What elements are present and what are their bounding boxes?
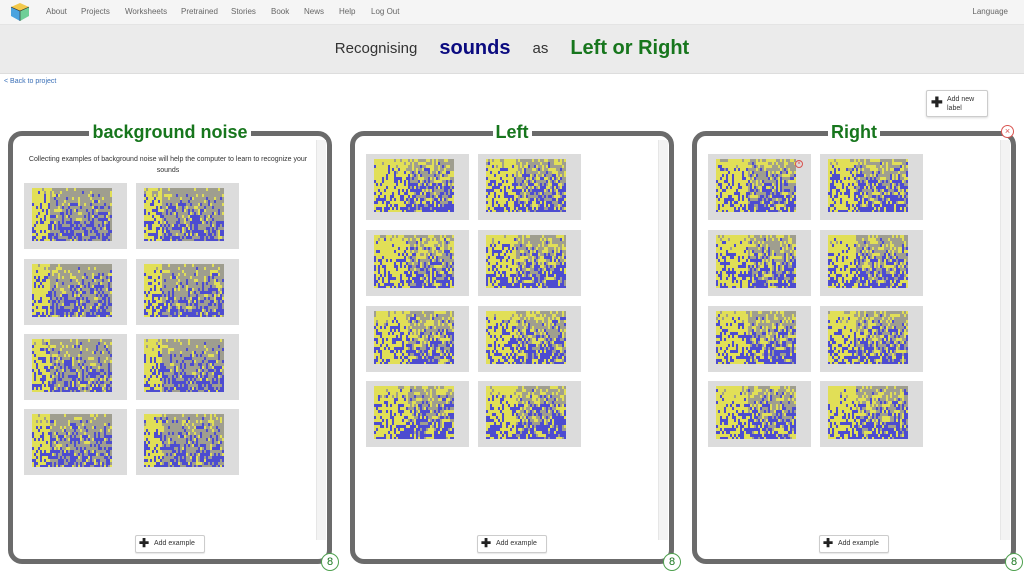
bucket-left: Left ✚ Add example 8 — [350, 131, 674, 564]
spectrogram-image — [32, 188, 112, 241]
plus-icon: ✚ — [481, 536, 491, 550]
spectrogram-thumbnail[interactable] — [820, 306, 923, 372]
spectrogram-thumbnail[interactable] — [478, 154, 581, 220]
spectrogram-image — [486, 235, 566, 288]
spectrogram-thumbnail[interactable] — [820, 381, 923, 447]
delete-example-close-icon[interactable]: × — [795, 160, 803, 168]
spectrogram-thumbnail[interactable] — [136, 259, 239, 325]
back-to-project-link[interactable]: < Back to project — [4, 78, 56, 85]
spectrogram-image — [374, 386, 454, 439]
nav-worksheets[interactable]: Worksheets — [125, 7, 167, 16]
bucket-right: Right × × ✚ Add example 8 — [692, 131, 1016, 564]
title-as: as — [532, 40, 548, 57]
plus-icon: ✚ — [139, 536, 149, 550]
add-example-label: Add example — [154, 540, 195, 547]
spectrogram-image — [32, 414, 112, 467]
scrollbar[interactable] — [1000, 140, 1010, 540]
spectrogram-image — [716, 311, 796, 364]
spectrogram-image — [486, 386, 566, 439]
spectrogram-image — [716, 235, 796, 288]
bucket-title: Left — [493, 122, 532, 142]
title-type: sounds — [439, 37, 510, 59]
spectrogram-thumbnail[interactable] — [820, 154, 923, 220]
add-example-button[interactable]: ✚ Add example — [819, 535, 889, 553]
plus-icon: ✚ — [931, 94, 943, 110]
nav-about[interactable]: About — [46, 7, 67, 16]
spectrogram-image — [374, 159, 454, 212]
plus-icon: ✚ — [823, 536, 833, 550]
spectrogram-thumbnail[interactable] — [24, 409, 127, 475]
nav-news[interactable]: News — [304, 7, 324, 16]
spectrogram-thumbnail[interactable] — [24, 259, 127, 325]
add-example-button[interactable]: ✚ Add example — [135, 535, 205, 553]
add-new-label-button[interactable]: ✚ Add newlabel — [926, 90, 988, 117]
title-recognising: Recognising — [335, 40, 418, 57]
add-example-button[interactable]: ✚ Add example — [477, 535, 547, 553]
spectrogram-image — [716, 159, 796, 212]
spectrogram-image — [374, 235, 454, 288]
spectrogram-thumbnail[interactable] — [478, 381, 581, 447]
nav-book[interactable]: Book — [271, 7, 289, 16]
spectrogram-image — [144, 264, 224, 317]
spectrogram-thumbnail[interactable] — [820, 230, 923, 296]
spectrogram-image — [486, 311, 566, 364]
nav-stories[interactable]: Stories — [231, 7, 256, 16]
bucket-background-noise: background noise Collecting examples of … — [8, 131, 332, 564]
spectrogram-image — [144, 414, 224, 467]
spectrogram-thumbnail[interactable] — [366, 154, 469, 220]
nav-language[interactable]: Language — [972, 7, 1008, 16]
spectrogram-thumbnail[interactable] — [708, 306, 811, 372]
spectrogram-image — [828, 311, 908, 364]
spectrogram-thumbnail[interactable] — [478, 230, 581, 296]
spectrogram-thumbnail[interactable] — [24, 183, 127, 249]
example-count-badge: 8 — [321, 553, 339, 571]
spectrogram-image — [828, 159, 908, 212]
add-example-label: Add example — [496, 540, 537, 547]
nav-projects[interactable]: Projects — [81, 7, 110, 16]
spectrogram-thumbnail[interactable] — [366, 230, 469, 296]
example-count-badge: 8 — [663, 553, 681, 571]
spectrogram-thumbnail[interactable]: × — [708, 154, 811, 220]
spectrogram-image — [828, 386, 908, 439]
bucket-title: background noise — [89, 122, 250, 142]
spectrogram-image — [828, 235, 908, 288]
spectrogram-thumbnail[interactable] — [366, 381, 469, 447]
page-title: Recognising sounds as Left or Right — [0, 37, 1024, 60]
add-example-label: Add example — [838, 540, 879, 547]
heading-band: Recognising sounds as Left or Right — [0, 25, 1024, 74]
spectrogram-image — [144, 188, 224, 241]
spectrogram-image — [144, 339, 224, 392]
spectrogram-thumbnail[interactable] — [136, 409, 239, 475]
spectrogram-image — [374, 311, 454, 364]
top-navbar: About Projects Worksheets Pretrained Sto… — [0, 0, 1024, 25]
nav-logout[interactable]: Log Out — [371, 7, 399, 16]
title-project: Left or Right — [570, 37, 689, 59]
spectrogram-thumbnail[interactable] — [136, 334, 239, 400]
bucket-title: Right — [828, 122, 880, 142]
scrollbar[interactable] — [316, 140, 326, 540]
bucket-description: Collecting examples of background noise … — [23, 154, 313, 176]
spectrogram-image — [32, 264, 112, 317]
spectrogram-image — [716, 386, 796, 439]
spectrogram-image — [486, 159, 566, 212]
nav-pretrained[interactable]: Pretrained — [181, 7, 218, 16]
spectrogram-thumbnail[interactable] — [708, 230, 811, 296]
add-new-label-text: Add newlabel — [947, 95, 974, 113]
spectrogram-thumbnail[interactable] — [24, 334, 127, 400]
spectrogram-thumbnail[interactable] — [478, 306, 581, 372]
spectrogram-thumbnail[interactable] — [708, 381, 811, 447]
scrollbar[interactable] — [658, 140, 668, 540]
spectrogram-thumbnail[interactable] — [136, 183, 239, 249]
delete-label-close-icon[interactable]: × — [1001, 125, 1014, 138]
spectrogram-image — [32, 339, 112, 392]
nav-help[interactable]: Help — [339, 7, 355, 16]
cube-logo-icon[interactable] — [10, 2, 30, 22]
example-count-badge: 8 — [1005, 553, 1023, 571]
spectrogram-thumbnail[interactable] — [366, 306, 469, 372]
